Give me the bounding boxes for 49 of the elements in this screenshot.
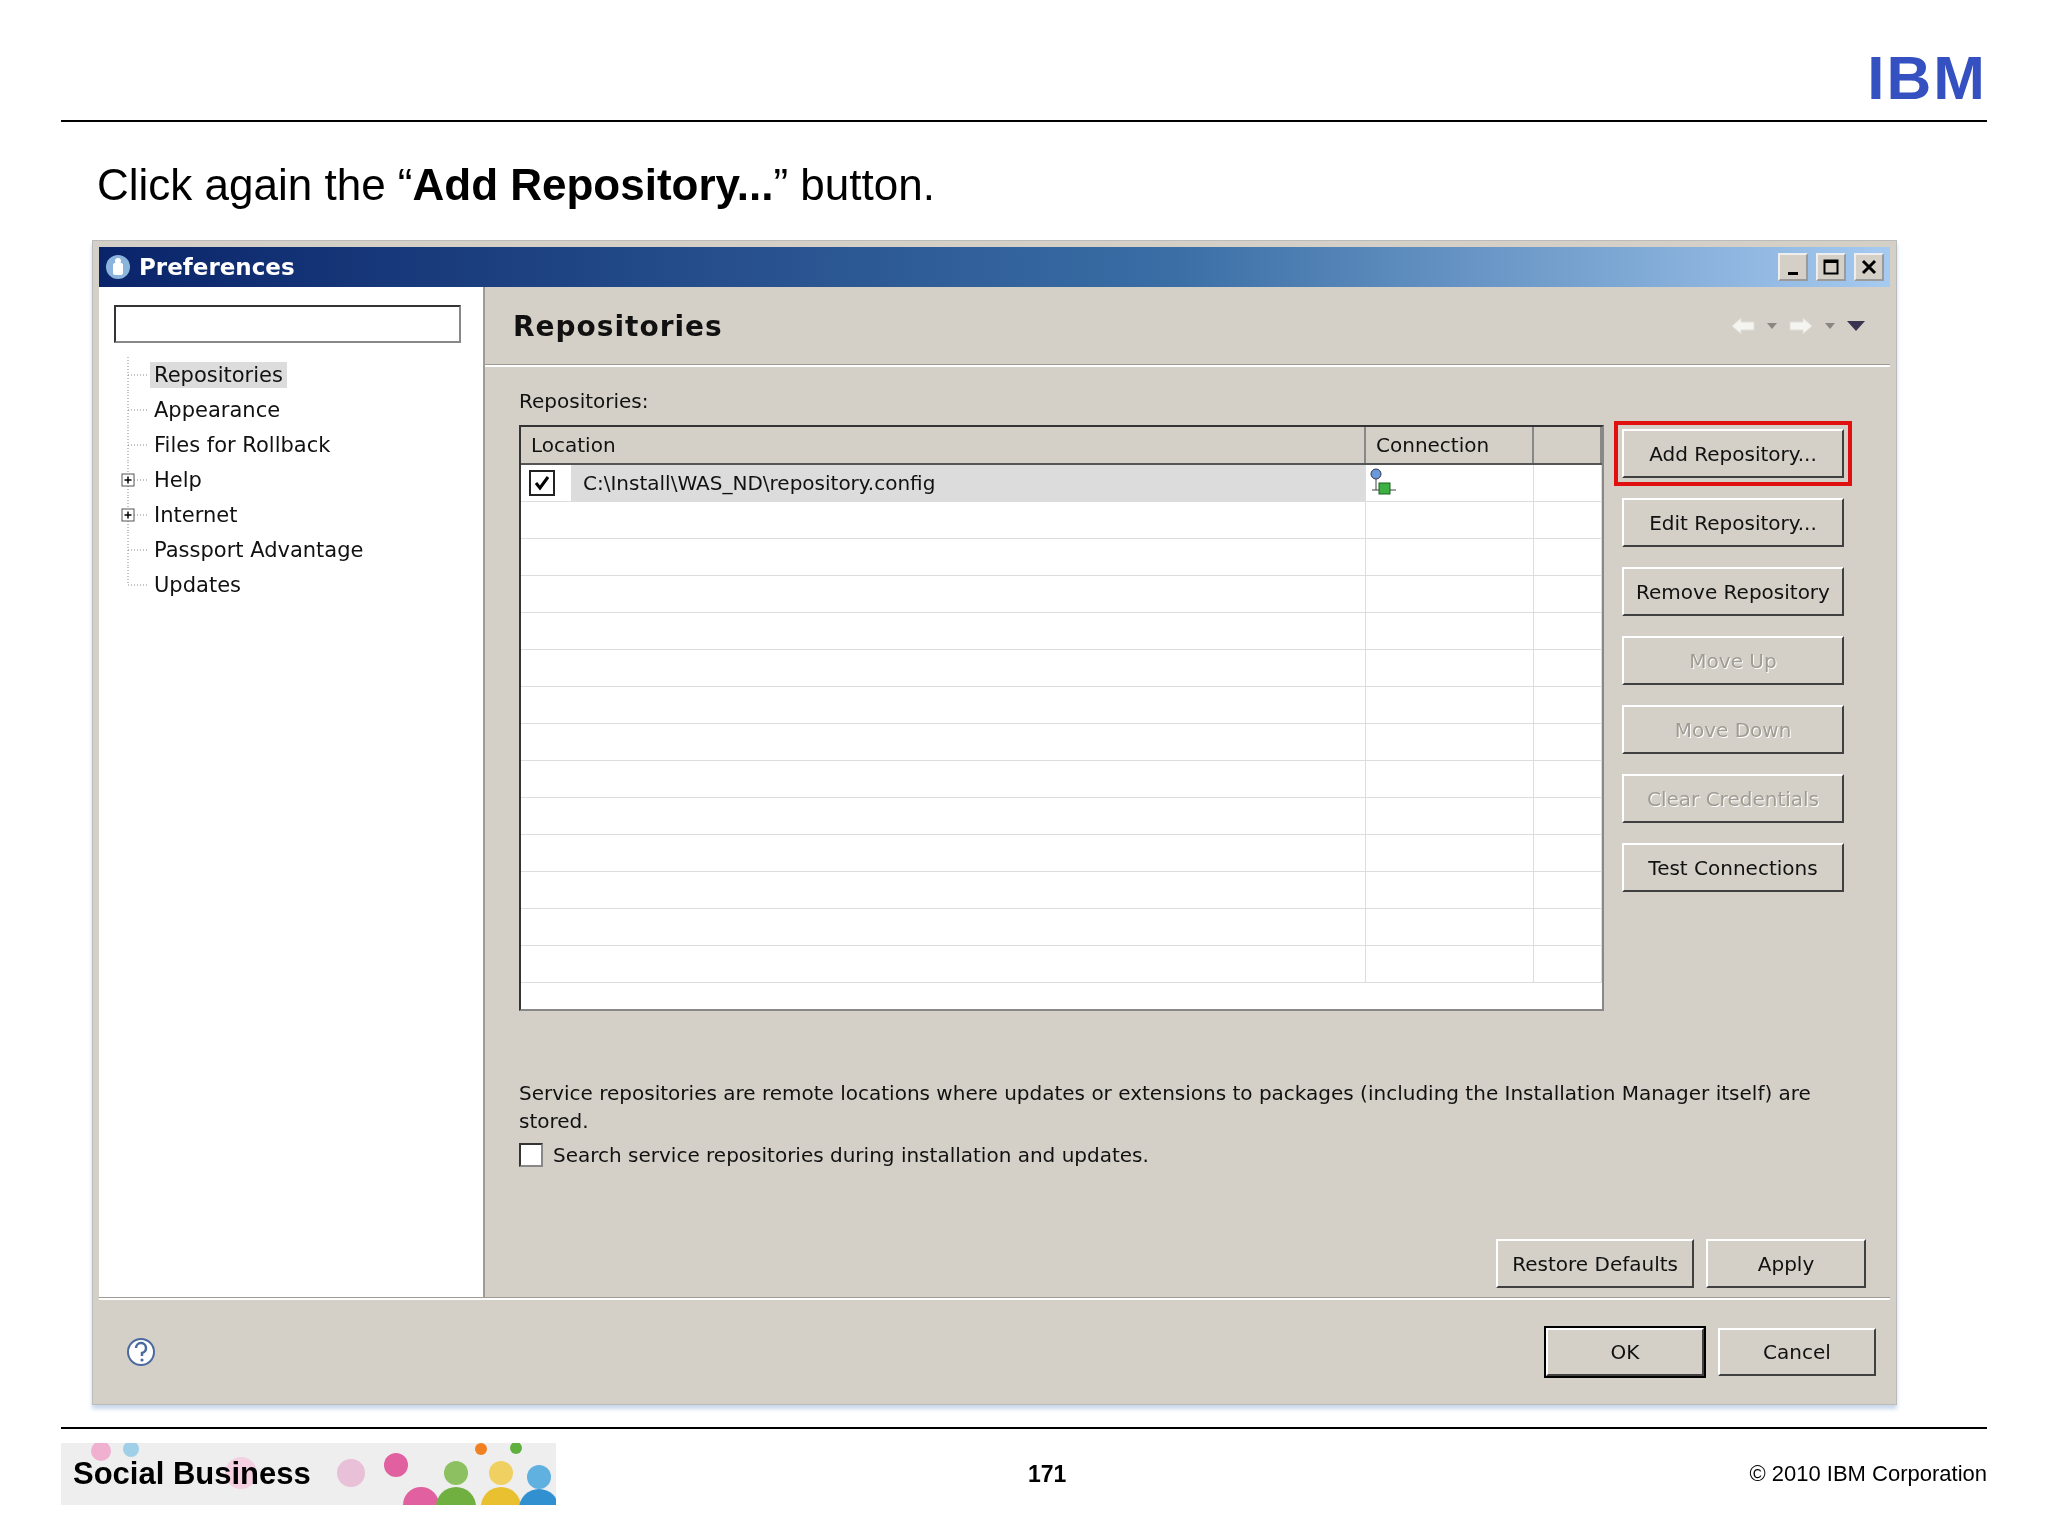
- view-menu-icon[interactable]: [1846, 320, 1866, 332]
- page-number: 171: [1028, 1460, 1067, 1488]
- side-button[interactable]: Add Repository...: [1622, 429, 1844, 478]
- app-icon: [105, 253, 131, 281]
- action-button[interactable]: Apply: [1706, 1239, 1866, 1288]
- window-title: Preferences: [139, 254, 296, 280]
- tree-item[interactable]: Repositories: [150, 361, 287, 388]
- instruction-heading: Click again the “Add Repository...” button.: [97, 160, 936, 210]
- tree-line: [127, 427, 149, 462]
- table-label: Repositories:: [519, 389, 650, 413]
- minimize-button[interactable]: [1778, 253, 1808, 281]
- logo: IBM: [1867, 48, 1987, 108]
- side-button[interactable]: Edit Repository...: [1622, 498, 1844, 547]
- copyright-text: © 2010 IBM Corporation: [1749, 1461, 1987, 1487]
- check-icon: [533, 474, 551, 492]
- help-icon[interactable]: [125, 1336, 157, 1368]
- tree-item[interactable]: Internet: [150, 501, 242, 528]
- maximize-icon: [1823, 259, 1839, 275]
- description-text: Service repositories are remote locations where updates or extensions to packages (including the Installation Manager itself) are stored.: [519, 1080, 1812, 1135]
- tree-item[interactable]: Appearance: [150, 396, 285, 423]
- checkbox[interactable]: [519, 1143, 543, 1167]
- network-icon: [1370, 468, 1398, 498]
- filter-field[interactable]: [114, 305, 461, 343]
- column-header[interactable]: Connection: [1366, 427, 1534, 463]
- side-button[interactable]: Remove Repository: [1622, 567, 1844, 616]
- expand-icon[interactable]: [121, 508, 135, 522]
- tree-line: [127, 357, 149, 392]
- dialog-button[interactable]: Cancel: [1718, 1328, 1876, 1376]
- close-icon: [1861, 259, 1877, 275]
- tree-item[interactable]: Updates: [150, 571, 245, 598]
- maximize-button[interactable]: [1816, 253, 1846, 281]
- tree-line: [127, 392, 149, 427]
- table-cell[interactable]: C:\Install\WAS_ND\repository.config: [571, 465, 1365, 501]
- tree-item[interactable]: Help: [150, 466, 206, 493]
- tree-line: [127, 462, 149, 497]
- tree-line: [127, 497, 149, 532]
- expand-icon[interactable]: [121, 473, 135, 487]
- dialog-button[interactable]: OK: [1546, 1328, 1704, 1376]
- minimize-icon: [1788, 271, 1798, 275]
- action-button[interactable]: Restore Defaults: [1496, 1239, 1694, 1288]
- checkbox-label[interactable]: Search service repositories during installation and updates.: [553, 1143, 1149, 1167]
- close-button[interactable]: [1854, 253, 1884, 281]
- checkbox[interactable]: [529, 470, 555, 496]
- tree-item[interactable]: Passport Advantage: [150, 536, 368, 563]
- column-header[interactable]: Location: [521, 427, 1366, 463]
- banner-title: Social Business: [73, 1456, 311, 1492]
- page-title: Repositories: [513, 309, 723, 343]
- tree-item[interactable]: Files for Rollback: [150, 431, 335, 458]
- side-button[interactable]: Test Connections: [1622, 843, 1844, 892]
